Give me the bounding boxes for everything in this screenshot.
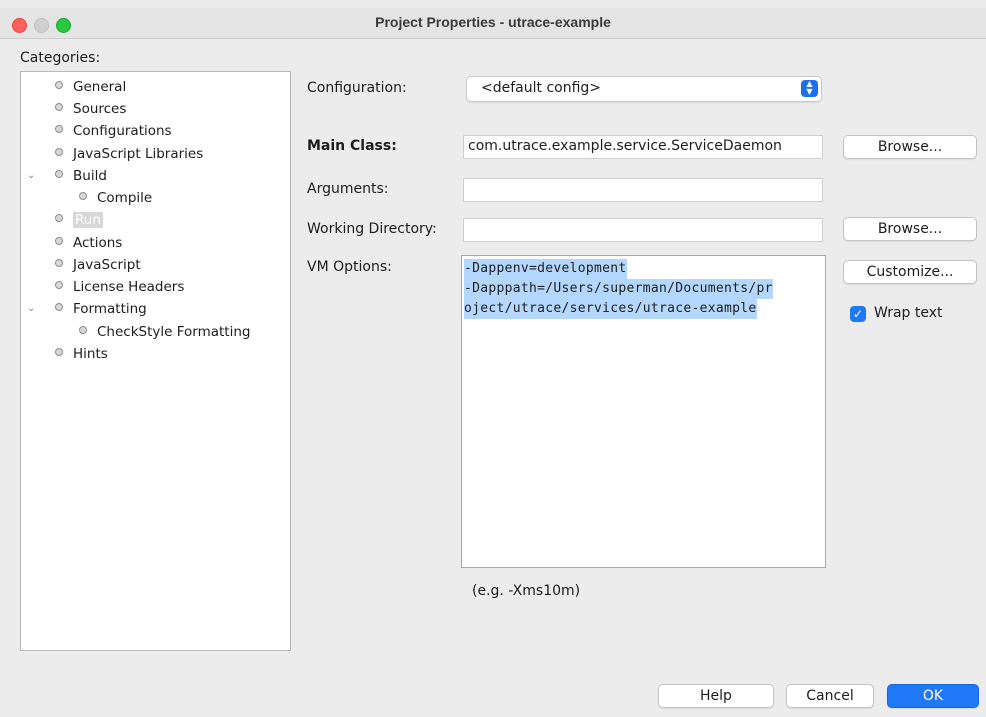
vm-options-line: -Dappenv=development [464, 259, 627, 279]
bullet-icon [55, 303, 63, 311]
tree-item-checkstyle-formatting[interactable]: CheckStyle Formatting [79, 323, 250, 341]
categories-tree[interactable]: General Sources Configurations JavaScrip… [20, 71, 291, 651]
bullet-icon [55, 214, 63, 222]
bullet-icon [55, 81, 63, 89]
wrap-text-label: Wrap text [874, 305, 943, 321]
bullet-icon [55, 103, 63, 111]
main-class-input[interactable]: com.utrace.example.service.ServiceDaemon [463, 135, 823, 159]
tree-item-hints[interactable]: Hints [55, 345, 108, 363]
configuration-select[interactable]: <default config> ▲ ▼ [466, 76, 822, 102]
tree-item-license-headers[interactable]: License Headers [55, 278, 184, 296]
tree-item-compile[interactable]: Compile [79, 189, 152, 207]
categories-label: Categories: [20, 50, 101, 66]
vm-options-hint: (e.g. -Xms10m) [472, 583, 581, 599]
tree-item-formatting[interactable]: ⌄ Formatting [27, 300, 147, 318]
vm-options-line: -Dapppath=/Users/superman/Documents/pr [464, 279, 773, 299]
bullet-icon [55, 281, 63, 289]
select-arrows-icon: ▲ ▼ [801, 80, 818, 97]
window-title: Project Properties - utrace-example [375, 14, 611, 30]
tree-item-run[interactable]: Run [55, 211, 103, 229]
customize-button[interactable]: Customize... [843, 260, 977, 284]
vm-options-line: oject/utrace/services/utrace-example [464, 299, 757, 319]
tree-item-sources[interactable]: Sources [55, 100, 126, 118]
bullet-icon [55, 148, 63, 156]
title-bar: Project Properties - utrace-example [0, 8, 986, 39]
main-class-label: Main Class: [307, 138, 397, 154]
browse-main-class-button[interactable]: Browse... [843, 135, 977, 159]
arguments-input[interactable] [463, 178, 823, 202]
tree-item-javascript-libraries[interactable]: JavaScript Libraries [55, 145, 203, 163]
chevron-down-icon[interactable]: ⌄ [27, 300, 35, 318]
tree-item-build[interactable]: ⌄ Build [27, 167, 107, 185]
ok-button[interactable]: OK [887, 684, 979, 708]
bullet-icon [55, 259, 63, 267]
bullet-icon [79, 326, 87, 334]
working-directory-input[interactable] [463, 218, 823, 242]
tree-item-general[interactable]: General [55, 78, 126, 96]
tree-item-configurations[interactable]: Configurations [55, 122, 172, 140]
bullet-icon [55, 348, 63, 356]
configuration-value: <default config> [481, 80, 602, 96]
wrap-text-checkbox[interactable]: ✓ [850, 306, 866, 322]
vm-options-textarea[interactable]: -Dappenv=development -Dapppath=/Users/su… [461, 255, 826, 568]
bullet-icon [55, 125, 63, 133]
working-directory-label: Working Directory: [307, 221, 437, 237]
browse-working-directory-button[interactable]: Browse... [843, 217, 977, 241]
bullet-icon [79, 192, 87, 200]
help-button[interactable]: Help [658, 684, 774, 708]
configuration-label: Configuration: [307, 80, 407, 96]
tree-item-javascript[interactable]: JavaScript [55, 256, 141, 274]
tree-item-actions[interactable]: Actions [55, 234, 122, 252]
bullet-icon [55, 170, 63, 178]
cancel-button[interactable]: Cancel [786, 684, 874, 708]
chevron-down-icon[interactable]: ⌄ [27, 167, 35, 185]
bullet-icon [55, 237, 63, 245]
arguments-label: Arguments: [307, 181, 389, 197]
vm-options-label: VM Options: [307, 259, 392, 275]
